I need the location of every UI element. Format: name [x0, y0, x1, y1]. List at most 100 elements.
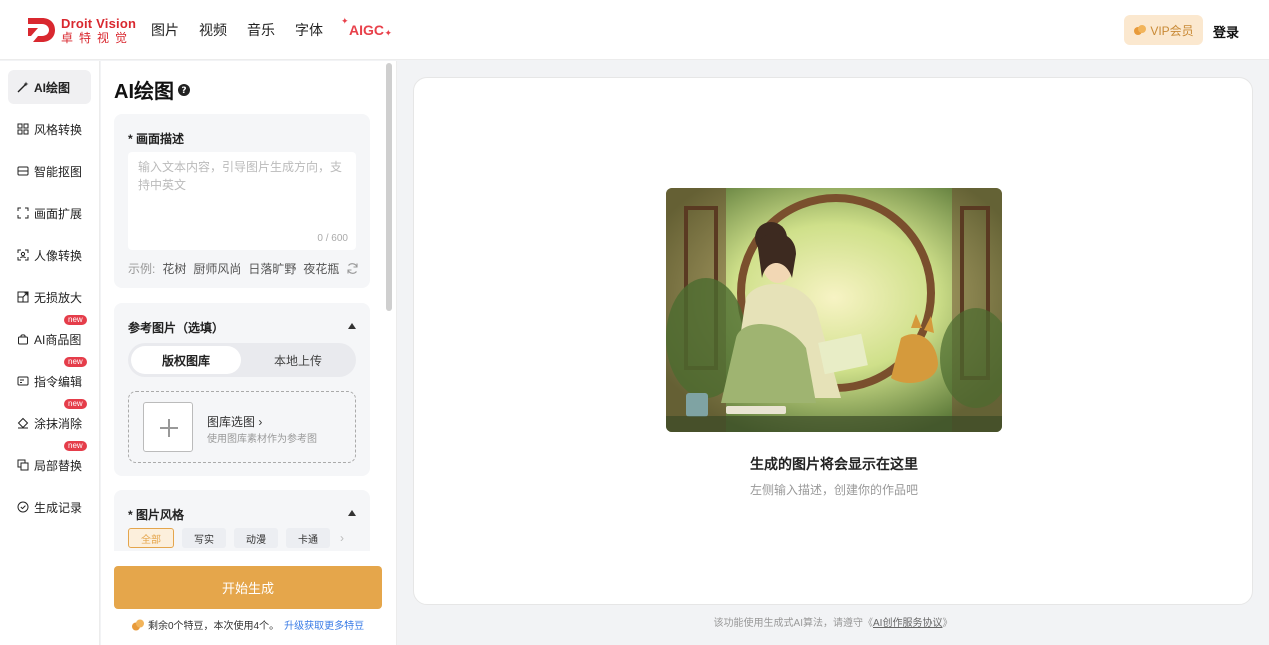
style-chip-all[interactable]: 全部: [128, 528, 174, 548]
upgrade-link[interactable]: 升级获取更多特豆: [284, 617, 364, 632]
sidebar-item-label: 画面扩展: [34, 206, 83, 221]
reference-card: 参考图片（选填） 版权图库 本地上传 图库选图 › 使用图库素材作为参考图: [114, 303, 370, 476]
chevron-right-icon[interactable]: ›: [340, 531, 344, 545]
sidebar-item-label: 智能抠图: [34, 164, 83, 179]
sidebar-item-partial-replace[interactable]: new 局部替换: [8, 441, 91, 482]
sidebar-item-history[interactable]: 生成记录: [8, 490, 91, 524]
replace-icon: [17, 459, 29, 471]
library-picker[interactable]: 图库选图 › 使用图库素材作为参考图: [128, 391, 356, 463]
style-chip-anime[interactable]: 动漫: [234, 528, 278, 548]
result-placeholder-title: 生成的图片将会显示在这里: [750, 456, 918, 472]
nav-videos[interactable]: 视频: [199, 20, 227, 40]
sidebar-item-label: 风格转换: [34, 122, 83, 137]
sidebar-item-label: AI绘图: [34, 80, 71, 95]
credits-text: 剩余0个特豆，本次使用4个。: [148, 621, 280, 632]
brand-logo[interactable]: Droit Vision 卓特视觉: [25, 14, 136, 46]
footer-note-prefix: 该功能使用生成式AI算法，请遵守《: [713, 618, 873, 629]
sidebar-item-ai-product[interactable]: new AI商品图: [8, 315, 91, 356]
sidebar-item-label: 无损放大: [34, 290, 83, 305]
nav-music[interactable]: 音乐: [247, 20, 275, 40]
credits-info: 剩余0个特豆，本次使用4个。 升级获取更多特豆: [131, 617, 364, 632]
description-card: * 画面描述 输入文本内容，引导图片生成方向，支持中英文 0 / 600 示例:…: [114, 114, 370, 288]
description-placeholder: 输入文本内容，引导图片生成方向，支持中英文: [138, 160, 343, 192]
sidebar-item-label: 人像转换: [34, 248, 83, 263]
sidebar-item-label: 指令编辑: [34, 374, 83, 389]
sidebar-item-image-expand[interactable]: 画面扩展: [8, 196, 91, 230]
logo-d-icon: [28, 18, 55, 42]
panel-scrollbar[interactable]: [386, 63, 392, 311]
sidebar-item-command-edit[interactable]: new 指令编辑: [8, 357, 91, 398]
result-placeholder-subtitle: 左侧输入描述，创建你的作品吧: [749, 483, 918, 497]
svg-text:?: ?: [181, 86, 186, 96]
example-prompt[interactable]: 厨师风尚: [193, 260, 241, 277]
coin-icon: [1134, 25, 1147, 35]
new-badge: new: [64, 315, 87, 325]
collapse-caret-icon[interactable]: [348, 510, 356, 516]
style-chips: 全部 写实 动漫 卡通 ›: [128, 528, 344, 548]
upscale-icon: [17, 291, 29, 303]
command-edit-icon: [17, 376, 29, 386]
sidebar-item-label: 涂抹消除: [34, 416, 83, 431]
char-counter: 0 / 600: [317, 233, 348, 244]
collapse-caret-icon[interactable]: [348, 323, 356, 329]
vip-button[interactable]: VIP会员: [1124, 15, 1203, 45]
magic-wand-icon: [17, 81, 29, 93]
sidebar-item-lossless-upscale[interactable]: 无损放大: [8, 280, 91, 314]
reference-label: 参考图片（选填）: [128, 321, 225, 335]
panel-title: AI绘图 ?: [114, 75, 190, 104]
footer-note-suffix: 》: [942, 618, 953, 629]
example-prompts: 示例: 花树 厨师风尚 日落旷野 夜花瓶: [128, 260, 359, 277]
logo-english: Droit Vision: [61, 15, 137, 31]
sidebar-item-smart-cutout[interactable]: 智能抠图: [8, 154, 91, 188]
library-picker-subtitle: 使用图库素材作为参考图: [207, 434, 317, 445]
sidebar-item-label: 生成记录: [34, 500, 83, 515]
sidebar-item-portrait-transform[interactable]: 人像转换: [8, 238, 91, 272]
nav-aigc[interactable]: ✦ AIGC ✦: [341, 16, 392, 38]
bag-icon: [18, 334, 28, 345]
style-label: * 图片风格: [128, 508, 185, 522]
help-icon[interactable]: ?: [178, 83, 190, 96]
vip-label: VIP会员: [1150, 23, 1194, 38]
panel-title-text: AI绘图: [114, 81, 174, 103]
tab-local-upload[interactable]: 本地上传: [243, 346, 353, 374]
portrait-scan-icon: [17, 249, 29, 261]
eraser-icon: [17, 417, 29, 429]
sidebar-item-label: AI商品图: [34, 332, 82, 347]
plus-icon[interactable]: [143, 402, 193, 452]
new-badge: new: [64, 357, 87, 367]
expand-icon: [17, 207, 29, 219]
sidebar-item-ai-drawing[interactable]: AI绘图: [8, 70, 91, 104]
tool-sidebar: AI绘图 风格转换 智能抠图 画面扩展 人像转换 无损放大 new AI商品图 …: [0, 61, 100, 645]
logo-chinese: 卓特视觉: [61, 30, 134, 45]
sidebar-item-style-transfer[interactable]: 风格转换: [8, 112, 91, 146]
example-prompt[interactable]: 花树: [162, 260, 186, 277]
grid-style-icon: [17, 123, 29, 135]
nav-images[interactable]: 图片: [151, 20, 179, 40]
coin-icon: [132, 619, 144, 630]
settings-panel: AI绘图 ? * 画面描述 输入文本内容，引导图片生成方向，支持中英文 0 / …: [101, 61, 397, 645]
description-label: * 画面描述: [128, 132, 185, 146]
sidebar-item-label: 局部替换: [34, 458, 83, 473]
settings-scroll-area[interactable]: AI绘图 ? * 画面描述 输入文本内容，引导图片生成方向，支持中英文 0 / …: [101, 61, 397, 551]
sample-illustration: [666, 188, 1002, 432]
nav-aigc-label: AIGC: [349, 22, 384, 38]
new-badge: new: [64, 441, 87, 451]
login-link[interactable]: 登录: [1213, 22, 1239, 41]
service-agreement-link[interactable]: AI创作服务协议: [873, 618, 942, 629]
sidebar-item-smudge-erase[interactable]: new 涂抹消除: [8, 399, 91, 440]
style-chip-cartoon[interactable]: 卡通: [286, 528, 330, 548]
example-prompt[interactable]: 夜花瓶: [303, 260, 339, 277]
result-canvas: 生成的图片将会显示在这里 左侧输入描述，创建你的作品吧: [413, 77, 1253, 605]
tab-copyright-library[interactable]: 版权图库: [131, 346, 241, 374]
description-input[interactable]: 输入文本内容，引导图片生成方向，支持中英文 0 / 600: [128, 152, 356, 250]
footer-disclaimer: 该功能使用生成式AI算法，请遵守《AI创作服务协议》: [413, 614, 1253, 629]
sparkle-icon: ✦: [384, 28, 392, 38]
library-picker-title: 图库选图 ›: [207, 415, 263, 429]
refresh-icon[interactable]: [346, 262, 359, 275]
examples-prefix: 示例:: [128, 262, 156, 276]
style-chip-realistic[interactable]: 写实: [182, 528, 226, 548]
generate-button[interactable]: 开始生成: [114, 566, 382, 609]
nav-fonts[interactable]: 字体: [295, 20, 323, 40]
example-prompt[interactable]: 日落旷野: [248, 260, 296, 277]
style-card: * 图片风格 全部 写实 动漫 卡通 ›: [114, 490, 370, 551]
